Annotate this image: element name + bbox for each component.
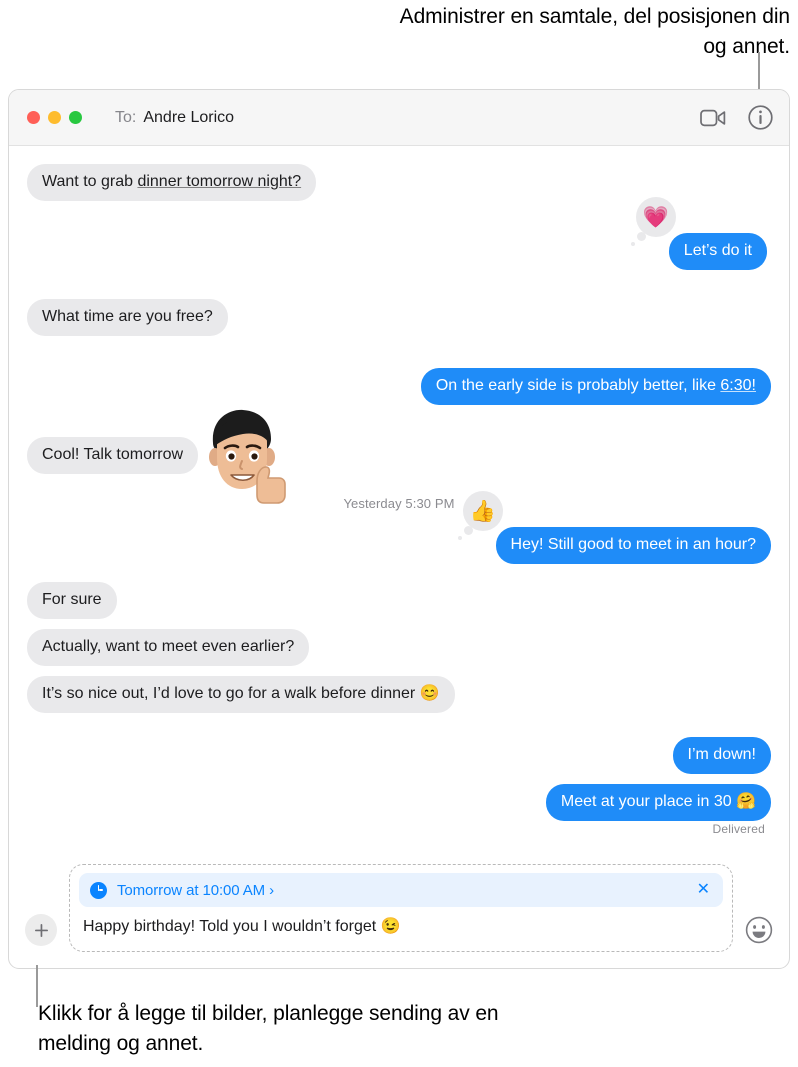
window-titlebar: To: Andre Lorico xyxy=(9,90,789,146)
info-icon[interactable] xyxy=(748,105,773,130)
facetime-video-icon[interactable] xyxy=(700,109,726,127)
message-row: It’s so nice out, I’d love to go for a w… xyxy=(27,676,771,713)
scheduled-send-label[interactable]: Tomorrow at 10:00 AM › xyxy=(117,882,274,899)
close-icon[interactable]: ✕ xyxy=(697,882,710,898)
message-text: Cool! Talk tomorrow xyxy=(42,446,184,463)
message-bubble-outgoing[interactable]: 👍 Hey! Still good to meet in an hour? xyxy=(457,491,771,564)
callout-top-text: Administrer en samtale, del posisjonen d… xyxy=(399,5,790,58)
thread-timestamp: Yesterday 5:30 PM xyxy=(343,496,455,511)
message-bubble-incoming[interactable]: For sure xyxy=(27,582,117,619)
tapback-emoji: 👍 xyxy=(469,499,496,523)
message-row: Actually, want to meet even earlier? xyxy=(27,629,771,666)
message-bubble-incoming[interactable]: Cool! Talk tomorrow xyxy=(27,437,199,474)
add-attachment-button[interactable] xyxy=(25,914,57,946)
recipient-field[interactable]: To: Andre Lorico xyxy=(115,109,234,127)
message-text: It’s so nice out, I’d love to go for a w… xyxy=(42,685,440,702)
message-link-data-detector[interactable]: dinner tomorrow night? xyxy=(137,173,301,190)
conversation-thread[interactable]: Want to grab dinner tomorrow night? 💗 Le… xyxy=(9,146,789,854)
message-row: What time are you free? xyxy=(27,299,771,336)
message-row: Meet at your place in 30 🤗 xyxy=(27,784,771,821)
to-label: To: xyxy=(115,108,137,126)
message-text: Let’s do it xyxy=(683,242,752,259)
message-bubble-outgoing[interactable]: 💗 Let’s do it xyxy=(630,197,767,270)
message-link-data-detector[interactable]: 6:30! xyxy=(720,377,756,394)
message-bubble-outgoing[interactable]: On the early side is probably better, li… xyxy=(420,368,771,405)
tapback-thumbsup-icon[interactable]: 👍 xyxy=(457,491,503,540)
tapback-emoji: 💗 xyxy=(642,205,669,229)
compose-bar: Tomorrow at 10:00 AM › ✕ Happy birthday!… xyxy=(9,854,789,968)
close-window-button[interactable] xyxy=(27,111,40,124)
message-row: Want to grab dinner tomorrow night? xyxy=(27,164,771,201)
message-bubble-outgoing[interactable]: Meet at your place in 30 🤗 xyxy=(545,784,771,821)
traffic-light-controls xyxy=(27,111,82,124)
message-bubble-incoming[interactable]: It’s so nice out, I’d love to go for a w… xyxy=(27,676,455,713)
clock-icon xyxy=(90,881,107,899)
message-text: What time are you free? xyxy=(42,308,213,325)
message-bubble-incoming[interactable]: Want to grab dinner tomorrow night? xyxy=(27,164,317,201)
messages-window: To: Andre Lorico Want to grab dinner tom… xyxy=(8,89,790,969)
emoji-picker-icon[interactable] xyxy=(745,916,773,944)
message-text: On the early side is probably better, li… xyxy=(435,377,721,394)
message-text: Hey! Still good to meet in an hour? xyxy=(510,536,756,553)
message-text: Actually, want to meet even earlier? xyxy=(42,638,295,655)
minimize-window-button[interactable] xyxy=(48,111,61,124)
message-row: I’m down! xyxy=(27,737,771,774)
message-row: 💗 Let’s do it xyxy=(27,197,771,270)
delivery-status: Delivered xyxy=(712,822,765,836)
message-bubble-incoming[interactable]: What time are you free? xyxy=(27,299,228,336)
message-bubble-incoming[interactable]: Actually, want to meet even earlier? xyxy=(27,629,310,666)
scheduled-send-banner[interactable]: Tomorrow at 10:00 AM › ✕ xyxy=(79,873,723,907)
compose-input-text[interactable]: Happy birthday! Told you I wouldn’t forg… xyxy=(79,913,723,942)
message-row: Cool! Talk tomorrow xyxy=(27,409,771,504)
message-compose-field[interactable]: Tomorrow at 10:00 AM › ✕ Happy birthday!… xyxy=(69,864,733,952)
message-text: Meet at your place in 30 🤗 xyxy=(560,793,756,810)
message-row: On the early side is probably better, li… xyxy=(27,368,771,405)
message-text: For sure xyxy=(42,591,102,608)
callout-bottom-text: Klikk for å legge til bilder, planlegge … xyxy=(38,1002,499,1055)
recipient-name: Andre Lorico xyxy=(143,108,235,126)
tapback-heart-icon[interactable]: 💗 xyxy=(630,197,676,246)
message-bubble-outgoing[interactable]: I’m down! xyxy=(672,737,771,774)
message-text: Want to grab xyxy=(42,173,138,190)
message-row: For sure xyxy=(27,582,771,619)
titlebar-actions xyxy=(700,105,773,130)
message-text: I’m down! xyxy=(687,746,756,763)
zoom-window-button[interactable] xyxy=(69,111,82,124)
message-row: 👍 Hey! Still good to meet in an hour? xyxy=(27,491,771,564)
